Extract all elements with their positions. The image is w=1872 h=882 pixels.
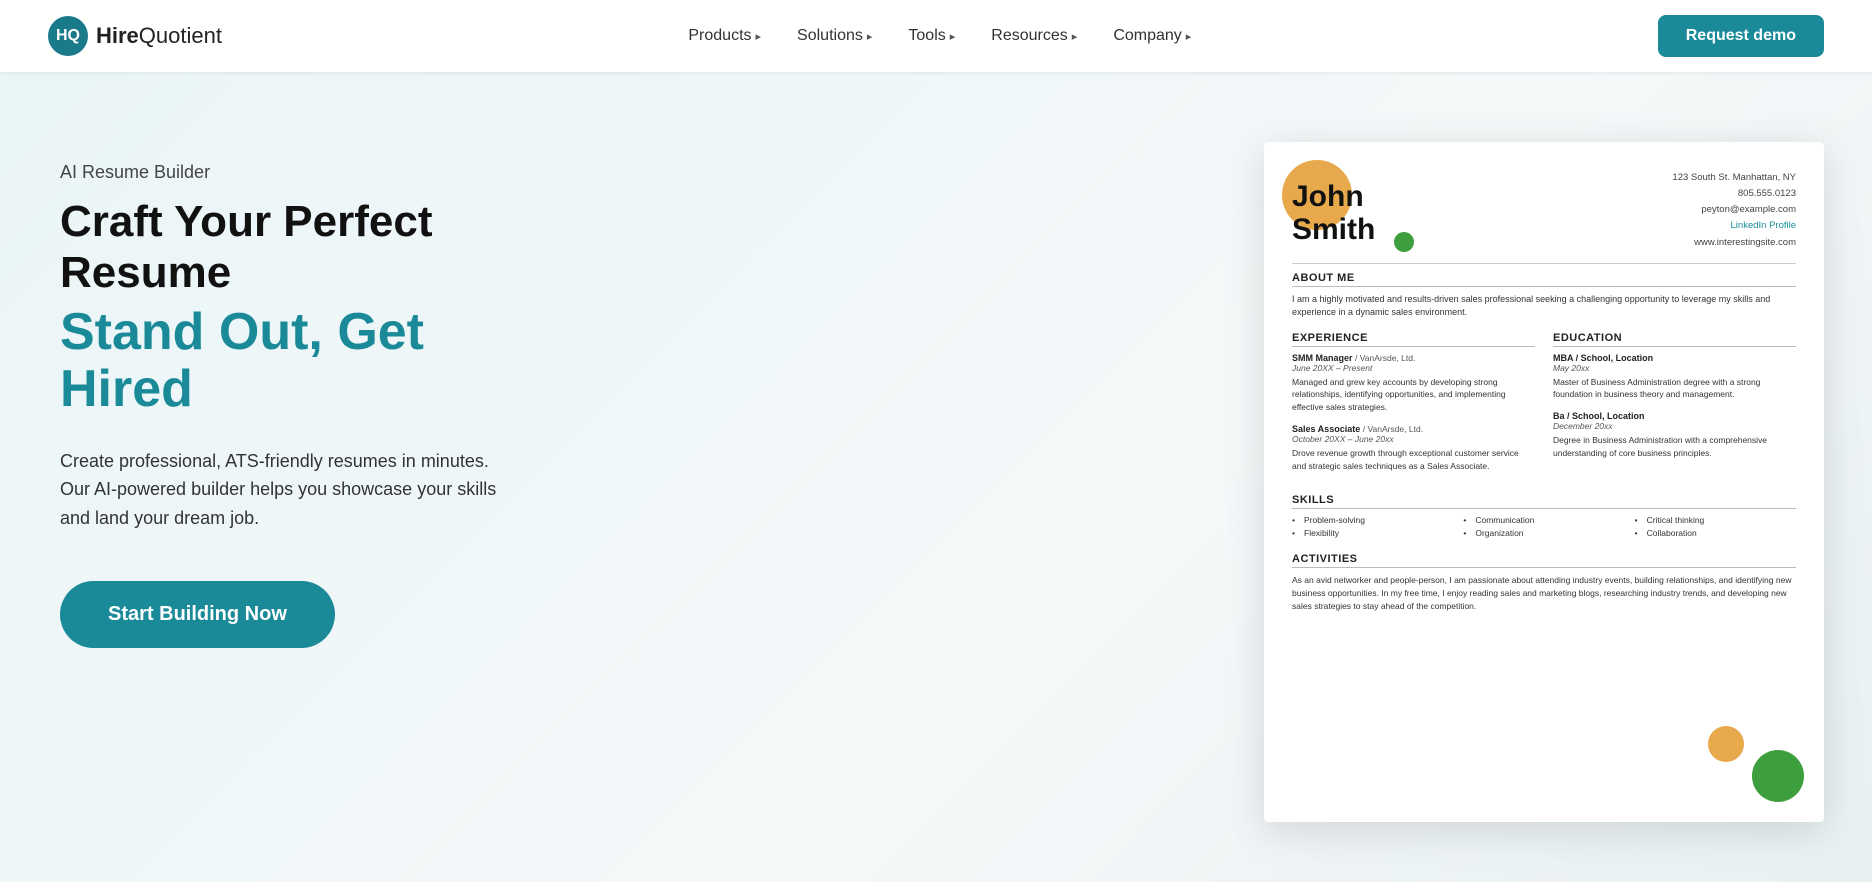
hero-description: Create professional, ATS-friendly resume… [60, 447, 520, 533]
job-desc-2: Drove revenue growth through exceptional… [1292, 447, 1535, 473]
hero-section: AI Resume Builder Craft Your Perfect Res… [0, 72, 1872, 882]
hero-title: Craft Your Perfect Resume [60, 197, 580, 298]
hero-subtitle: Stand Out, Get Hired [60, 304, 580, 418]
job-title-2: Sales Associate / VanArsde, Ltd. [1292, 424, 1535, 434]
decorative-dot-green-bottom [1752, 750, 1804, 802]
resume-card: John Smith 123 South St. Manhattan, NY 8… [1264, 142, 1824, 822]
edu-degree-2: Ba / School, Location [1553, 411, 1796, 421]
nav-menu: Products ▸ Solutions ▸ Tools ▸ Resources… [688, 27, 1191, 45]
logo[interactable]: HQ HireQuotient [48, 16, 222, 56]
decorative-dot-orange-bottom [1708, 726, 1744, 762]
resume-contact: 123 South St. Manhattan, NY 805.555.0123… [1672, 170, 1796, 251]
resume-name: John Smith [1292, 170, 1375, 251]
job-desc-1: Managed and grew key accounts by develop… [1292, 376, 1535, 414]
job-entry-2: Sales Associate / VanArsde, Ltd. October… [1292, 424, 1535, 473]
education-column: Education MBA / School, Location May 20x… [1553, 332, 1796, 483]
skill-item: Organization [1463, 528, 1624, 538]
chevron-down-icon: ▸ [756, 30, 762, 43]
logo-icon: HQ [48, 16, 88, 56]
job-title-1: SMM Manager / VanArsde, Ltd. [1292, 353, 1535, 363]
edu-desc-2: Degree in Business Administration with a… [1553, 434, 1796, 460]
skills-col-3: Critical thinking Collaboration [1635, 515, 1796, 541]
about-text: I am a highly motivated and results-driv… [1292, 293, 1796, 320]
education-title: Education [1553, 332, 1796, 347]
nav-item-solutions[interactable]: Solutions ▸ [797, 27, 872, 45]
nav-item-company[interactable]: Company ▸ [1113, 27, 1191, 45]
about-section-title: About Me [1292, 272, 1796, 287]
edu-date-2: December 20xx [1553, 421, 1796, 431]
nav-item-products[interactable]: Products ▸ [688, 27, 761, 45]
experience-title: Experience [1292, 332, 1535, 347]
chevron-down-icon: ▸ [867, 30, 873, 43]
activities-title: Activities [1292, 553, 1796, 568]
skill-item: Problem-solving [1292, 515, 1453, 525]
edu-date-1: May 20xx [1553, 363, 1796, 373]
nav-item-resources[interactable]: Resources ▸ [991, 27, 1077, 45]
job-date-2: October 20XX – June 20xx [1292, 434, 1535, 444]
skills-col-1: Problem-solving Flexibility [1292, 515, 1453, 541]
chevron-down-icon: ▸ [950, 30, 956, 43]
logo-text: HireQuotient [96, 23, 222, 49]
resume-divider [1292, 263, 1796, 264]
edu-desc-1: Master of Business Administration degree… [1553, 376, 1796, 402]
edu-degree-1: MBA / School, Location [1553, 353, 1796, 363]
skills-col-2: Communication Organization [1463, 515, 1624, 541]
edu-entry-2: Ba / School, Location December 20xx Degr… [1553, 411, 1796, 460]
activities-section: Activities As an avid networker and peop… [1292, 553, 1796, 612]
job-date-1: June 20XX – Present [1292, 363, 1535, 373]
resume-about-section: About Me I am a highly motivated and res… [1292, 272, 1796, 320]
skills-section: Skills Problem-solving Flexibility Commu… [1292, 494, 1796, 541]
skills-title: Skills [1292, 494, 1796, 509]
skill-item: Collaboration [1635, 528, 1796, 538]
start-building-button[interactable]: Start Building Now [60, 581, 335, 648]
resume-exp-edu: Experience SMM Manager / VanArsde, Ltd. … [1292, 332, 1796, 483]
job-entry-1: SMM Manager / VanArsde, Ltd. June 20XX –… [1292, 353, 1535, 414]
skill-item: Critical thinking [1635, 515, 1796, 525]
activities-text: As an avid networker and people-person, … [1292, 574, 1796, 612]
hero-content: AI Resume Builder Craft Your Perfect Res… [60, 132, 580, 648]
experience-column: Experience SMM Manager / VanArsde, Ltd. … [1292, 332, 1535, 483]
edu-entry-1: MBA / School, Location May 20xx Master o… [1553, 353, 1796, 402]
nav-item-tools[interactable]: Tools ▸ [908, 27, 955, 45]
skill-item: Flexibility [1292, 528, 1453, 538]
chevron-down-icon: ▸ [1186, 30, 1192, 43]
resume-preview: John Smith 123 South St. Manhattan, NY 8… [1264, 142, 1824, 822]
chevron-down-icon: ▸ [1072, 30, 1078, 43]
navbar: HQ HireQuotient Products ▸ Solutions ▸ T… [0, 0, 1872, 72]
decorative-dot-green-mid [1394, 232, 1414, 252]
hero-tag: AI Resume Builder [60, 162, 580, 183]
skill-item: Communication [1463, 515, 1624, 525]
resume-header: John Smith 123 South St. Manhattan, NY 8… [1292, 170, 1796, 251]
skills-grid: Problem-solving Flexibility Communicatio… [1292, 515, 1796, 541]
request-demo-button[interactable]: Request demo [1658, 15, 1824, 57]
